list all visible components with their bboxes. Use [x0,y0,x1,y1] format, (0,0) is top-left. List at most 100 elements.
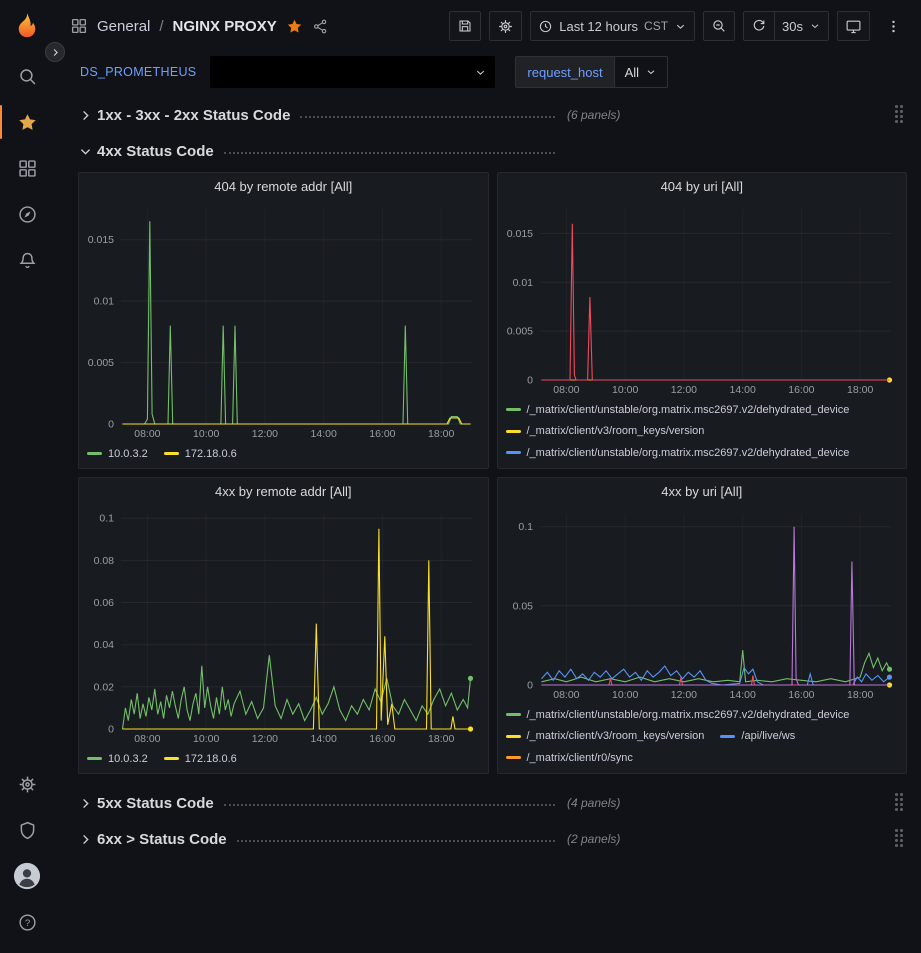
request-host-value: All [625,65,639,80]
refresh-button[interactable] [743,11,775,41]
dashboards-icon [17,158,38,179]
sidebar-item-dashboards[interactable] [0,145,54,191]
panel-chart[interactable]: 00.050.108:0010:0012:0014:0016:0018:00 [498,506,907,703]
panel-legend: /_matrix/client/unstable/org.matrix.msc2… [498,703,907,773]
favorite-star-icon[interactable] [286,18,303,35]
row-6xx[interactable]: 6xx > Status Code (2 panels) [78,824,907,854]
breadcrumb-section[interactable]: General [97,18,150,35]
panel-legend: 10.0.3.2 172.18.0.6 [79,747,488,773]
save-dashboard-button[interactable] [449,11,481,41]
chevron-down-icon [674,20,687,33]
panel-chart[interactable]: 00.020.040.060.080.108:0010:0012:0014:00… [79,506,488,747]
star-icon [17,112,38,133]
svg-text:?: ? [24,918,29,929]
chevron-right-icon [78,108,93,123]
chevron-down-icon [645,66,657,78]
page-title: NGINX PROXY [173,18,277,35]
legend-item[interactable]: /_matrix/client/v3/room_keys/version [506,421,705,441]
panel-title[interactable]: 4xx by remote addr [All] [79,478,488,506]
time-range-label: Last 12 hours [559,19,638,34]
svg-text:0: 0 [108,419,114,431]
grafana-app: ? General / NGINX PROXY [0,0,921,953]
legend-item[interactable]: /_matrix/client/v3/room_keys/version [506,464,705,468]
datasource-value-select[interactable] [210,56,495,88]
legend-item[interactable]: /_matrix/client/unstable/org.matrix.msc2… [506,705,850,725]
svg-text:14:00: 14:00 [311,428,337,440]
panel-chart[interactable]: 00.0050.010.01508:0010:0012:0014:0016:00… [79,201,488,442]
grafana-logo[interactable] [12,11,42,41]
svg-text:0.01: 0.01 [512,277,533,289]
save-icon [457,18,473,34]
refresh-icon [751,18,767,34]
dashboard-header: General / NGINX PROXY Last 12 hours CST [54,0,921,52]
tv-mode-button[interactable] [837,11,870,41]
panel-legend: /_matrix/client/unstable/org.matrix.msc2… [498,398,907,468]
sidebar-item-server-admin[interactable] [0,807,54,853]
dashboard-settings-button[interactable] [489,11,522,41]
chart-svg[interactable]: 00.0050.010.01508:0010:0012:0014:0016:00… [498,201,907,398]
sidebar-expand-button[interactable] [45,42,65,62]
panel-title[interactable]: 404 by uri [All] [498,173,907,201]
legend-item[interactable]: /_matrix/client/r0/sync [506,748,633,768]
row-5xx[interactable]: 5xx Status Code (4 panels) [78,788,907,818]
row-1xx-3xx-2xx[interactable]: 1xx - 3xx - 2xx Status Code (6 panels) [78,100,907,130]
svg-text:10:00: 10:00 [612,384,638,396]
panel-404-by-uri: 404 by uri [All] 00.0050.010.01508:0010:… [497,172,908,469]
row-title: 6xx > Status Code [97,831,227,848]
grafana-flame-icon [12,11,42,41]
sidebar-item-help[interactable]: ? [0,899,54,945]
row-panel-count: (6 panels) [567,108,620,122]
more-options-button[interactable] [878,11,909,41]
clock-icon [538,19,553,34]
legend-item[interactable]: /api/live/ws [720,726,795,746]
row-4xx[interactable]: 4xx Status Code [78,136,907,166]
svg-text:14:00: 14:00 [729,384,755,396]
chart-svg[interactable]: 00.0050.010.01508:0010:0012:0014:0016:00… [79,201,488,442]
svg-text:10:00: 10:00 [193,733,219,745]
row-drag-handle[interactable] [895,793,905,813]
svg-text:0: 0 [527,375,533,387]
row-drag-handle[interactable] [895,829,905,849]
row-dotted-leader [300,116,555,118]
panel-chart[interactable]: 00.0050.010.01508:0010:0012:0014:0016:00… [498,201,907,398]
legend-item[interactable]: /_matrix/client/unstable/org.matrix.msc2… [506,769,850,773]
svg-text:0.1: 0.1 [518,521,533,533]
legend-item[interactable]: /_matrix/client/unstable/org.matrix.msc2… [506,400,850,420]
svg-text:16:00: 16:00 [788,689,814,701]
row-panel-count: (2 panels) [567,832,620,846]
sidebar-item-search[interactable] [0,53,54,99]
row-dotted-leader [224,152,555,154]
legend-item[interactable]: 172.18.0.6 [164,749,237,769]
legend-item[interactable]: /_matrix/client/v3/room_keys/version [506,726,705,746]
share-icon[interactable] [312,18,329,35]
row-title-group: 1xx - 3xx - 2xx Status Code [97,107,565,124]
gear-icon [17,774,38,795]
svg-text:10:00: 10:00 [612,689,638,701]
panel-title[interactable]: 404 by remote addr [All] [79,173,488,201]
datasource-variable-label: DS_PROMETHEUS [80,65,196,79]
gear-icon [497,18,514,35]
sidebar-item-starred[interactable] [0,99,54,145]
legend-item[interactable]: /_matrix/client/unstable/org.matrix.msc2… [506,443,850,463]
refresh-interval-select[interactable]: 30s [774,11,829,41]
dashboard-content: 1xx - 3xx - 2xx Status Code (6 panels) 4… [54,92,921,953]
legend-item[interactable]: 172.18.0.6 [164,444,237,464]
request-host-value-select[interactable]: All [614,56,668,88]
legend-item[interactable]: /sw.js [720,464,768,468]
svg-text:18:00: 18:00 [847,689,873,701]
sidebar-item-profile[interactable] [0,853,54,899]
chart-svg[interactable]: 00.050.108:0010:0012:0014:0016:0018:00 [498,506,907,703]
sidebar-item-explore[interactable] [0,191,54,237]
toolbar: Last 12 hours CST 30s [449,11,909,41]
row-drag-handle[interactable] [895,105,905,125]
svg-text:0.06: 0.06 [94,597,115,609]
legend-item[interactable]: 10.0.3.2 [87,444,148,464]
sidebar-item-alerting[interactable] [0,237,54,283]
zoom-out-button[interactable] [703,11,735,41]
chart-svg[interactable]: 00.020.040.060.080.108:0010:0012:0014:00… [79,506,488,747]
row-title-group: 6xx > Status Code [97,831,565,848]
panel-title[interactable]: 4xx by uri [All] [498,478,907,506]
legend-item[interactable]: 10.0.3.2 [87,749,148,769]
sidebar-item-configuration[interactable] [0,761,54,807]
time-range-picker[interactable]: Last 12 hours CST [530,11,695,41]
